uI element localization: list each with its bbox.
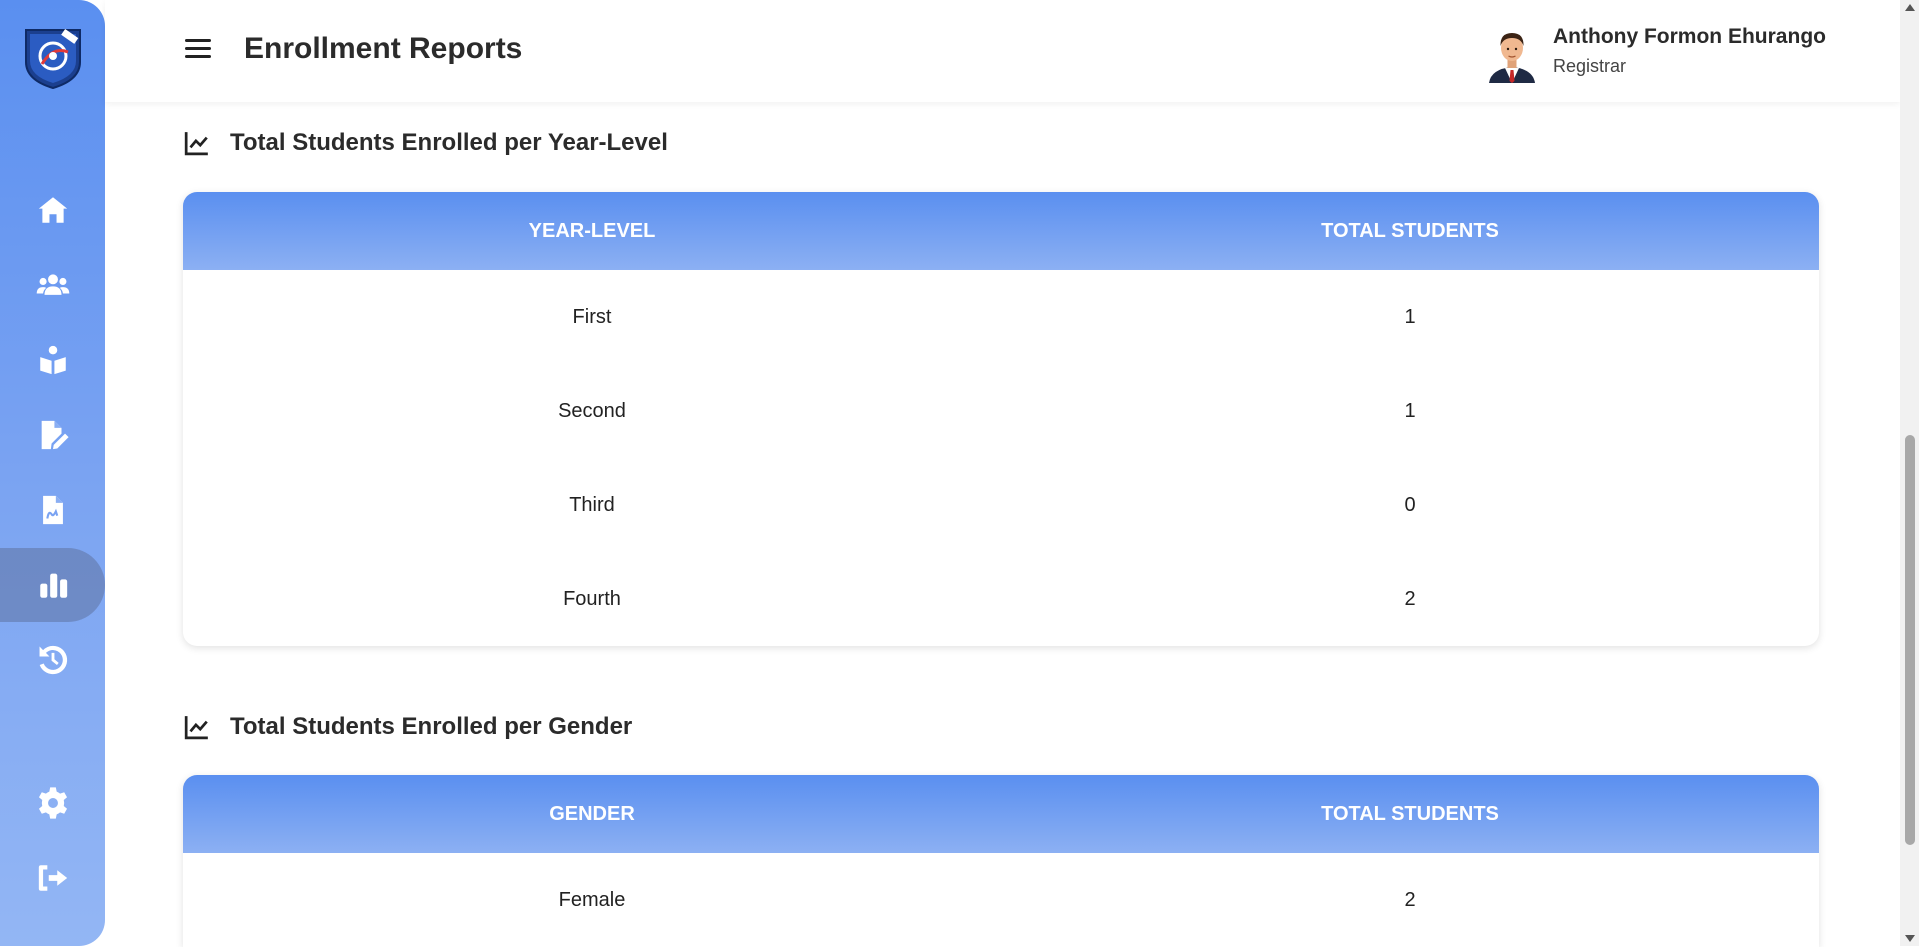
year-level-cell: Second	[558, 399, 626, 422]
sidebar-item-logout[interactable]	[0, 841, 105, 915]
sidebar	[0, 0, 105, 946]
sidebar-item-reports[interactable]	[0, 548, 105, 622]
table-row: Fourth 2	[183, 552, 1819, 646]
file-signature-icon	[42, 495, 63, 525]
table-header-row: GENDER TOTAL STUDENTS	[183, 775, 1819, 853]
section-header-year-level: Total Students Enrolled per Year-Level	[184, 129, 668, 157]
table-row: First 1	[183, 270, 1819, 364]
menu-line	[185, 47, 211, 50]
total-students-cell: 1	[1404, 305, 1416, 328]
column-header-total-students[interactable]: TOTAL STUDENTS	[1001, 775, 1819, 853]
hamburger-menu-button[interactable]	[185, 36, 211, 62]
sidebar-item-users[interactable]	[0, 248, 105, 322]
gender-table: GENDER TOTAL STUDENTS Female 2	[183, 775, 1819, 947]
section-title: Total Students Enrolled per Gender	[230, 713, 633, 740]
student-reading-icon	[39, 345, 66, 375]
section-header-gender: Total Students Enrolled per Gender	[184, 713, 632, 741]
scrollbar-thumb[interactable]	[1905, 435, 1915, 845]
file-edit-icon	[41, 420, 69, 450]
sidebar-item-dashboard[interactable]	[0, 173, 105, 247]
total-students-cell: 2	[1404, 888, 1416, 911]
table-row: Third 0	[183, 458, 1819, 552]
year-level-cell: First	[572, 305, 612, 328]
school-logo	[25, 28, 81, 90]
top-header: Enrollment Reports Anthony Formon Ehuran…	[105, 0, 1900, 102]
avatar[interactable]	[1483, 25, 1541, 83]
vertical-scrollbar[interactable]	[1900, 0, 1919, 946]
menu-line	[185, 39, 211, 42]
gear-icon	[38, 787, 67, 819]
history-icon	[39, 645, 67, 675]
total-students-cell: 0	[1404, 493, 1416, 516]
column-header-gender[interactable]: GENDER	[183, 775, 1001, 853]
sidebar-item-history[interactable]	[0, 623, 105, 697]
logout-icon	[38, 865, 67, 891]
year-level-cell: Third	[569, 493, 615, 516]
bar-chart-icon	[39, 573, 67, 598]
gender-cell: Female	[558, 888, 626, 911]
section-title: Total Students Enrolled per Year-Level	[230, 129, 668, 156]
scroll-up-arrow-icon[interactable]	[1905, 4, 1915, 11]
menu-line	[185, 55, 211, 58]
table-row: Second 1	[183, 364, 1819, 458]
total-students-cell: 1	[1404, 399, 1416, 422]
users-icon	[36, 274, 69, 295]
table-header-row: YEAR-LEVEL TOTAL STUDENTS	[183, 192, 1819, 270]
page-title: Enrollment Reports	[244, 32, 523, 65]
scroll-down-arrow-icon[interactable]	[1905, 935, 1915, 942]
sidebar-item-settings[interactable]	[0, 766, 105, 840]
line-chart-icon	[184, 716, 208, 740]
sidebar-item-students[interactable]	[0, 323, 105, 397]
year-level-table: YEAR-LEVEL TOTAL STUDENTS First 1 Second…	[183, 192, 1819, 646]
column-header-total-students[interactable]: TOTAL STUDENTS	[1001, 192, 1819, 270]
year-level-cell: Fourth	[563, 587, 621, 610]
column-header-year-level[interactable]: YEAR-LEVEL	[183, 192, 1001, 270]
total-students-cell: 2	[1404, 587, 1416, 610]
table-row: Female 2	[183, 853, 1819, 947]
sidebar-item-enrollment[interactable]	[0, 398, 105, 472]
line-chart-icon	[184, 132, 208, 156]
user-role: Registrar	[1553, 56, 1627, 76]
sidebar-item-documents[interactable]	[0, 473, 105, 547]
home-icon	[38, 197, 67, 223]
user-name[interactable]: Anthony Formon Ehurango	[1553, 25, 1826, 49]
